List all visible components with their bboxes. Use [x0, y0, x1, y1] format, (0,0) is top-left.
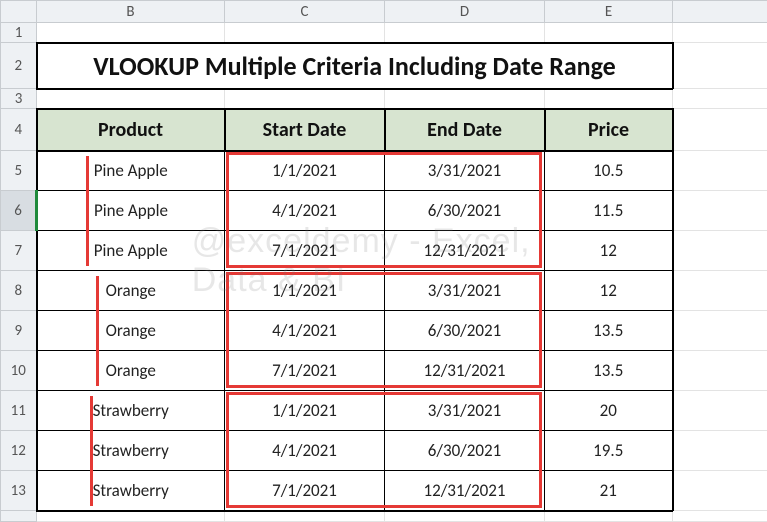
cell-product[interactable]: Strawberry [37, 431, 225, 471]
cell-C3[interactable] [225, 89, 385, 109]
cell-F2[interactable] [673, 43, 767, 89]
cell-F1[interactable] [673, 23, 767, 43]
cell-start[interactable]: 7/1/2021 [225, 231, 385, 271]
cell-E3[interactable] [545, 89, 673, 109]
cell-price[interactable]: 13.5 [545, 351, 673, 391]
row-header-9[interactable]: 9 [1, 311, 37, 351]
cell-end[interactable]: 12/31/2021 [385, 471, 545, 511]
cell-blank[interactable] [673, 511, 767, 522]
cell-blank[interactable] [673, 191, 767, 231]
cell-price[interactable]: 21 [545, 471, 673, 511]
col-header-blank[interactable] [673, 1, 767, 23]
cell-B1[interactable] [37, 23, 225, 43]
cell-F3[interactable] [673, 89, 767, 109]
cell-price[interactable]: 20 [545, 391, 673, 431]
spreadsheet: B C D E 1 2 VLOOKUP Multiple Criteria In… [0, 0, 767, 521]
cell-D3[interactable] [385, 89, 545, 109]
col-header-E[interactable]: E [545, 1, 673, 23]
row-header-12[interactable]: 12 [1, 431, 37, 471]
cell-start[interactable]: 1/1/2021 [225, 151, 385, 191]
cell-price[interactable]: 19.5 [545, 431, 673, 471]
cell-blank[interactable] [673, 351, 767, 391]
cell-blank[interactable] [673, 471, 767, 511]
cell-end[interactable]: 6/30/2021 [385, 191, 545, 231]
cell-product[interactable]: Strawberry [37, 471, 225, 511]
cell-blank[interactable] [673, 311, 767, 351]
cell-product[interactable]: Orange [37, 271, 225, 311]
cell-end[interactable]: 3/31/2021 [385, 151, 545, 191]
page-title[interactable]: VLOOKUP Multiple Criteria Including Date… [37, 43, 673, 89]
cell-start[interactable]: 4/1/2021 [225, 191, 385, 231]
row-header-2[interactable]: 2 [1, 43, 37, 89]
cell-start[interactable]: 4/1/2021 [225, 431, 385, 471]
cell-price[interactable]: 11.5 [545, 191, 673, 231]
cell-price[interactable]: 12 [545, 231, 673, 271]
cell-price[interactable]: 10.5 [545, 151, 673, 191]
cell-start[interactable]: 4/1/2021 [225, 311, 385, 351]
cell-price[interactable]: 12 [545, 271, 673, 311]
row-header-11[interactable]: 11 [1, 391, 37, 431]
col-header-B[interactable]: B [37, 1, 225, 23]
row-header-7[interactable]: 7 [1, 231, 37, 271]
cell-D1[interactable] [385, 23, 545, 43]
cell-product[interactable]: Pine Apple [37, 191, 225, 231]
cell-product[interactable]: Orange [37, 351, 225, 391]
cell-start[interactable]: 1/1/2021 [225, 391, 385, 431]
row-header-4[interactable]: 4 [1, 109, 37, 151]
row-header-8[interactable]: 8 [1, 271, 37, 311]
cell-blank[interactable] [673, 271, 767, 311]
cell-price[interactable]: 13.5 [545, 311, 673, 351]
cell-product[interactable]: Orange [37, 311, 225, 351]
row-header-10[interactable]: 10 [1, 351, 37, 391]
col-header-D[interactable]: D [385, 1, 545, 23]
cell-product[interactable]: Strawberry [37, 391, 225, 431]
select-all-corner[interactable] [1, 1, 37, 23]
cell-end[interactable]: 12/31/2021 [385, 231, 545, 271]
cell-blank[interactable] [673, 151, 767, 191]
row-header-6[interactable]: 6 [1, 191, 37, 231]
cell-blank[interactable] [385, 511, 545, 522]
cell-end[interactable]: 12/31/2021 [385, 351, 545, 391]
worksheet-grid[interactable]: B C D E 1 2 VLOOKUP Multiple Criteria In… [0, 0, 767, 522]
header-price[interactable]: Price [545, 109, 673, 151]
row-header-13[interactable]: 13 [1, 471, 37, 511]
row-header-blank[interactable] [1, 511, 37, 522]
row-header-5[interactable]: 5 [1, 151, 37, 191]
cell-blank[interactable] [673, 431, 767, 471]
cell-blank[interactable] [673, 231, 767, 271]
cell-start[interactable]: 1/1/2021 [225, 271, 385, 311]
cell-blank[interactable] [37, 511, 225, 522]
cell-start[interactable]: 7/1/2021 [225, 351, 385, 391]
cell-end[interactable]: 3/31/2021 [385, 391, 545, 431]
cell-blank[interactable] [545, 511, 673, 522]
cell-product[interactable]: Pine Apple [37, 231, 225, 271]
row-header-3[interactable]: 3 [1, 89, 37, 109]
cell-end[interactable]: 6/30/2021 [385, 431, 545, 471]
cell-product[interactable]: Pine Apple [37, 151, 225, 191]
cell-start[interactable]: 7/1/2021 [225, 471, 385, 511]
col-header-C[interactable]: C [225, 1, 385, 23]
cell-blank[interactable] [225, 511, 385, 522]
cell-blank[interactable] [673, 391, 767, 431]
cell-C1[interactable] [225, 23, 385, 43]
cell-B3[interactable] [37, 89, 225, 109]
cell-F4[interactable] [673, 109, 767, 151]
cell-end[interactable]: 6/30/2021 [385, 311, 545, 351]
cell-E1[interactable] [545, 23, 673, 43]
row-header-1[interactable]: 1 [1, 23, 37, 43]
cell-end[interactable]: 3/31/2021 [385, 271, 545, 311]
header-start-date[interactable]: Start Date [225, 109, 385, 151]
header-end-date[interactable]: End Date [385, 109, 545, 151]
header-product[interactable]: Product [37, 109, 225, 151]
